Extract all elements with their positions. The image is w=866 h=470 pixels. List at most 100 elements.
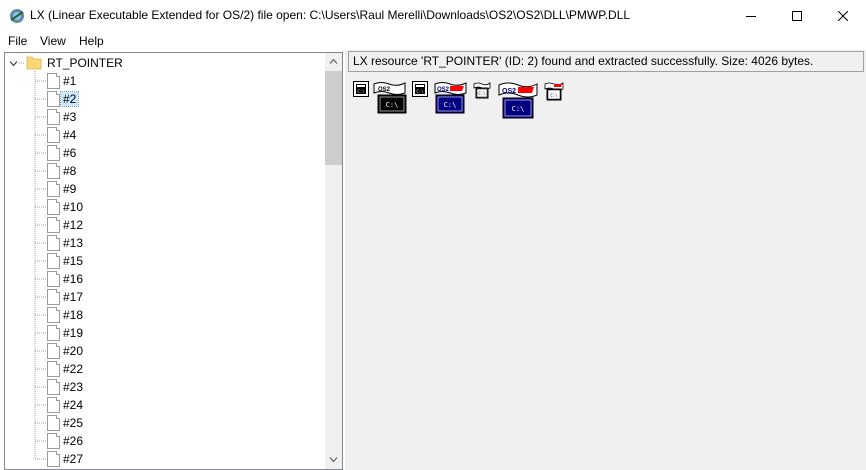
app-icon — [10, 9, 24, 23]
scroll-down-icon[interactable] — [329, 456, 338, 463]
tree-item[interactable]: #12 — [5, 216, 325, 234]
menu-view[interactable]: View — [40, 34, 66, 48]
pointer-logo-text-1: OS2 — [378, 87, 391, 93]
tree-item-label: #2 — [59, 91, 80, 107]
tree-item[interactable]: #10 — [5, 198, 325, 216]
file-icon — [47, 289, 60, 305]
tree-item[interactable]: #8 — [5, 162, 325, 180]
resource-tree[interactable]: RT_POINTER #1 #2 #3 #4 #6 #8 #9 #10 #12 #13 #15 #16… — [4, 52, 343, 470]
file-icon — [47, 163, 60, 179]
tree-item[interactable]: #24 — [5, 396, 325, 414]
menu-bar: File View Help — [0, 31, 866, 51]
file-icon — [47, 325, 60, 341]
window-title: LX (Linear Executable Extended for OS/2)… — [30, 8, 631, 22]
pointer-image-small-2: C:\ — [412, 81, 428, 97]
file-icon — [47, 307, 60, 323]
tree-item[interactable]: #4 — [5, 126, 325, 144]
file-icon — [47, 217, 60, 233]
tree-item[interactable]: #23 — [5, 378, 325, 396]
tree-scrollbar[interactable] — [325, 53, 342, 469]
tree-item[interactable]: #13 — [5, 234, 325, 252]
tree-item[interactable]: #20 — [5, 342, 325, 360]
tree-item[interactable]: #17 — [5, 288, 325, 306]
preview-panel: LX resource 'RT_POINTER' (ID: 2) found a… — [345, 50, 866, 470]
tree-item[interactable]: #9 — [5, 180, 325, 198]
file-icon — [47, 379, 60, 395]
tree-item-label: #24 — [63, 398, 84, 412]
svg-text:C:\: C:\ — [357, 89, 365, 94]
maximize-icon — [792, 10, 802, 21]
tree-item[interactable]: #18 — [5, 306, 325, 324]
tree-item[interactable]: #3 — [5, 108, 325, 126]
tree-item[interactable]: #16 — [5, 270, 325, 288]
file-icon — [47, 91, 60, 107]
svg-text:C:\: C:\ — [416, 89, 424, 94]
tree-item-label: #20 — [63, 344, 84, 358]
file-icon — [47, 109, 60, 125]
tree-item-label: #9 — [63, 182, 77, 196]
menu-help[interactable]: Help — [79, 34, 104, 48]
tree-item-label: #26 — [63, 434, 84, 448]
pointer-image-small-4: C:\ — [544, 82, 564, 101]
close-button[interactable] — [820, 0, 866, 31]
file-icon — [47, 127, 60, 143]
tree-item-label: #12 — [63, 218, 84, 232]
file-icon — [47, 73, 60, 89]
collapse-chevron-icon[interactable] — [9, 59, 18, 68]
tree-item-label: #23 — [63, 380, 84, 394]
tree-root-label: RT_POINTER — [47, 56, 123, 70]
tree-item[interactable]: #2 — [5, 90, 325, 108]
tree-item-label: #1 — [63, 74, 77, 88]
scrollbar-thumb[interactable] — [325, 71, 342, 165]
svg-text:C:\: C:\ — [478, 91, 486, 96]
pointer-logo-text-2: OS2 — [437, 87, 450, 93]
tree-item[interactable]: #1 — [5, 72, 325, 90]
tree-item[interactable]: #25 — [5, 414, 325, 432]
tree-item-label: #22 — [63, 362, 84, 376]
tree-item[interactable]: #6 — [5, 144, 325, 162]
maximize-button[interactable] — [774, 0, 820, 31]
tree-item-label: #4 — [63, 128, 77, 142]
minimize-button[interactable] — [728, 0, 774, 31]
status-box: LX resource 'RT_POINTER' (ID: 2) found a… — [348, 51, 864, 72]
file-icon — [47, 343, 60, 359]
pointer-logo-text-3: OS2 — [502, 88, 516, 95]
tree-item-label: #3 — [63, 110, 77, 124]
file-icon — [47, 397, 60, 413]
file-icon — [47, 361, 60, 377]
file-icon — [47, 253, 60, 269]
folder-icon — [26, 56, 42, 70]
tree-item-label: #19 — [63, 326, 84, 340]
pointer-image-large-2: OS2 C:\ — [434, 82, 467, 114]
tree-item[interactable]: #22 — [5, 360, 325, 378]
tree-item[interactable]: #19 — [5, 324, 325, 342]
tree-item[interactable]: #26 — [5, 432, 325, 450]
file-icon — [47, 145, 60, 161]
tree-item-label: #8 — [63, 164, 77, 178]
tree-item-label: #15 — [63, 254, 84, 268]
scroll-up-icon[interactable] — [329, 58, 338, 65]
tree-item-label: #25 — [63, 416, 84, 430]
pointer-image-large-1: OS2 C:\ — [373, 82, 407, 114]
tree-item[interactable]: #15 — [5, 252, 325, 270]
minimize-icon — [746, 15, 756, 17]
tree-item-label: #27 — [63, 452, 84, 466]
file-icon — [47, 181, 60, 197]
menu-file[interactable]: File — [8, 34, 27, 48]
tree-item-label: #6 — [63, 146, 77, 160]
file-icon — [47, 433, 60, 449]
svg-text:C:\: C:\ — [550, 93, 558, 98]
title-bar: LX (Linear Executable Extended for OS/2)… — [0, 0, 866, 31]
pointer-caption-3: C:\ — [512, 105, 525, 113]
pointer-image-small-3: C:\ — [473, 82, 491, 99]
pointer-image-large-3: OS2 C:\ — [498, 82, 538, 119]
file-icon — [47, 271, 60, 287]
tree-item-label: #13 — [63, 236, 84, 250]
file-icon — [47, 451, 60, 467]
tree-item-label: #10 — [63, 200, 84, 214]
tree-item[interactable]: #27 — [5, 450, 325, 468]
tree-item-label: #17 — [63, 290, 84, 304]
tree-root[interactable]: RT_POINTER — [5, 54, 325, 72]
status-message: LX resource 'RT_POINTER' (ID: 2) found a… — [353, 54, 814, 68]
pointer-caption-2: C:\ — [444, 101, 457, 109]
